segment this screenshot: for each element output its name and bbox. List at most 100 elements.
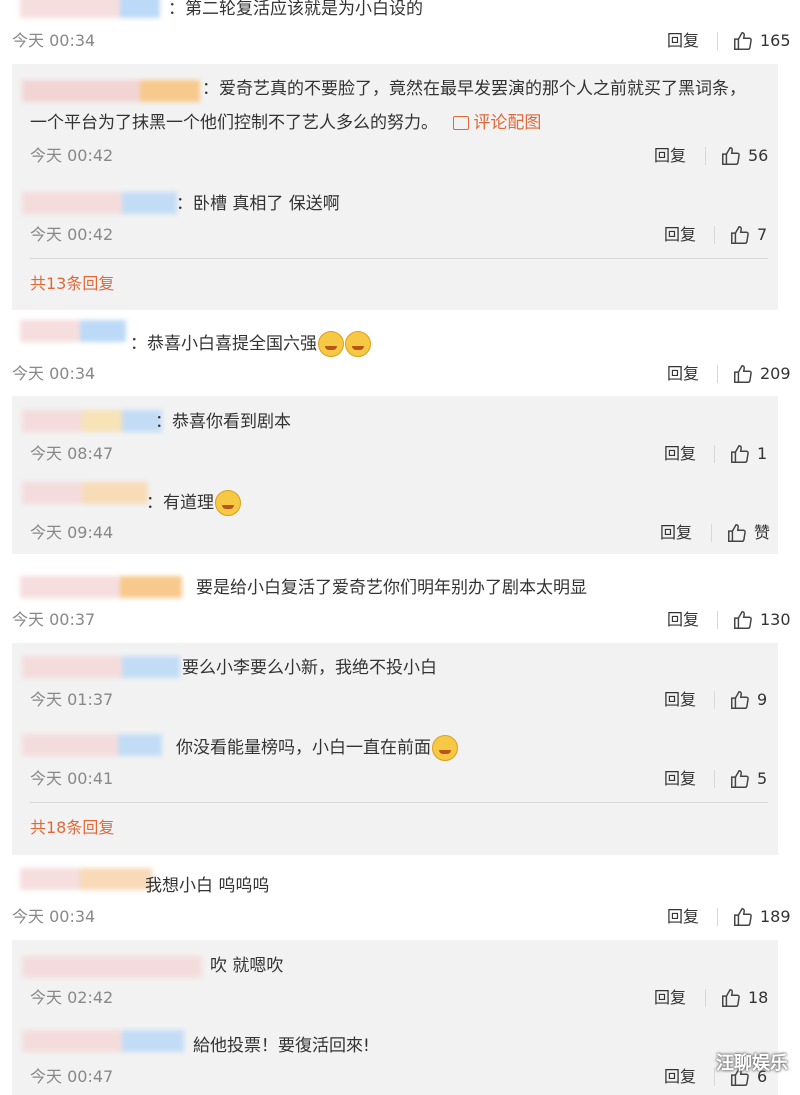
divider — [714, 1068, 715, 1086]
pray-emoji-icon — [318, 331, 344, 357]
pray-emoji-icon — [345, 331, 371, 357]
reply-button[interactable]: 回复 — [664, 1067, 696, 1087]
thumbs-up-icon — [728, 524, 746, 542]
comment-picture-link[interactable]: 评论配图 — [473, 113, 541, 133]
reply-time: 今天 09:44 — [30, 523, 114, 542]
reply-text: 吹 就嗯吹 — [210, 956, 284, 976]
reply-text: 你没看能量榜吗，小白一直在前面 — [176, 735, 458, 761]
divider — [711, 524, 712, 542]
thumbs-up-icon — [722, 989, 740, 1007]
comment-time: 今天 00:34 — [12, 907, 96, 926]
blurred-username — [22, 1030, 184, 1052]
like-button[interactable]: 9 — [729, 689, 767, 711]
like-count: 赞 — [754, 523, 771, 542]
like-button[interactable]: 165 — [732, 30, 791, 52]
thumbs-up-icon — [731, 691, 749, 709]
more-replies-link[interactable]: 共13条回复 — [30, 274, 114, 294]
reply-button[interactable]: 回复 — [664, 225, 696, 245]
divider — [705, 989, 706, 1007]
thumbs-up-icon — [734, 32, 752, 50]
blurred-username — [22, 656, 180, 678]
thumbs-up-icon — [734, 365, 752, 383]
blurred-username — [20, 868, 152, 890]
like-button[interactable]: 56 — [720, 145, 768, 167]
divider — [714, 445, 715, 463]
like-button[interactable]: 1 — [729, 443, 767, 465]
divider — [705, 147, 706, 165]
like-count: 9 — [757, 690, 768, 709]
comment-time: 今天 00:34 — [12, 364, 96, 383]
reply-button[interactable]: 回复 — [667, 907, 699, 927]
dog-emoji-icon — [215, 490, 241, 516]
thumbs-up-icon — [731, 445, 749, 463]
reply-button[interactable]: 回复 — [654, 988, 686, 1008]
like-button[interactable]: 赞 — [726, 522, 770, 544]
shush-emoji-icon — [432, 735, 458, 761]
blurred-username — [20, 576, 182, 598]
like-button[interactable]: 5 — [729, 768, 767, 790]
reply-button[interactable]: 回复 — [667, 364, 699, 384]
divider — [717, 32, 718, 50]
reply-text: 要么小李要么小新，我绝不投小白 — [182, 658, 437, 678]
thumbs-up-icon — [734, 908, 752, 926]
reply-text: ：爱奇艺真的不要脸了，竟然在最早发罢演的那个人之前就买了黑词条，一个平台为了抹黑… — [30, 79, 746, 133]
blurred-username — [20, 0, 170, 18]
like-button[interactable]: 189 — [732, 906, 791, 928]
comment-time: 今天 00:37 — [12, 610, 96, 629]
blurred-username — [22, 410, 162, 432]
reply-time: 今天 00:42 — [30, 225, 114, 244]
comment-text: 要是给小白复活了爱奇艺你们明年别办了剧本太明显 — [196, 578, 587, 598]
like-button[interactable]: 209 — [732, 363, 791, 385]
comment-time: 今天 00:34 — [12, 31, 96, 50]
thumbs-up-icon — [734, 611, 752, 629]
reply-text: ：有道理 — [146, 490, 241, 516]
reply-text: ：恭喜你看到剧本 — [155, 412, 291, 432]
reply-time: 今天 08:47 — [30, 444, 114, 463]
blurred-username — [22, 956, 202, 978]
divider — [717, 365, 718, 383]
divider — [714, 691, 715, 709]
like-count: 209 — [760, 364, 791, 383]
like-count: 7 — [757, 225, 768, 244]
reply-text: 給他投票！要復活回來! — [193, 1036, 370, 1056]
reply-time: 今天 02:42 — [30, 988, 114, 1007]
picture-icon — [453, 116, 470, 130]
reply-button[interactable]: 回复 — [660, 523, 692, 543]
reply-time: 今天 00:41 — [30, 769, 114, 788]
like-count: 1 — [757, 444, 768, 463]
reply-button[interactable]: 回复 — [654, 146, 686, 166]
comment-text: 我想小白 呜呜呜 — [145, 876, 270, 896]
reply-button[interactable]: 回复 — [667, 610, 699, 630]
divider — [717, 908, 718, 926]
watermark: 汪聊娱乐 — [716, 1053, 788, 1074]
like-count: 18 — [748, 988, 769, 1007]
more-replies-link[interactable]: 共18条回复 — [30, 818, 114, 838]
reply-text: ：卧槽 真相了 保送啊 — [176, 194, 340, 214]
reply-button[interactable]: 回复 — [667, 31, 699, 51]
reply-time: 今天 00:42 — [30, 146, 114, 165]
reply-time: 今天 00:47 — [30, 1067, 114, 1086]
blurred-username — [22, 482, 148, 504]
like-count: 56 — [748, 146, 769, 165]
like-button[interactable]: 18 — [720, 987, 768, 1009]
like-count: 165 — [760, 31, 791, 50]
blurred-username — [22, 192, 177, 214]
divider — [717, 611, 718, 629]
blurred-username — [22, 734, 162, 756]
reply-button[interactable]: 回复 — [664, 690, 696, 710]
thumbs-up-icon — [731, 770, 749, 788]
reply-button[interactable]: 回复 — [664, 444, 696, 464]
reply-button[interactable]: 回复 — [664, 769, 696, 789]
thumbs-up-icon — [731, 226, 749, 244]
thumbs-up-icon — [722, 147, 740, 165]
comment-text: ：第二轮复活应该就是为小白设的 — [168, 0, 423, 19]
divider — [30, 802, 768, 803]
blurred-username — [20, 320, 126, 342]
like-button[interactable]: 7 — [729, 224, 767, 246]
like-count: 5 — [757, 769, 768, 788]
reply-time: 今天 01:37 — [30, 690, 114, 709]
like-count: 189 — [760, 907, 791, 926]
like-button[interactable]: 130 — [732, 609, 791, 631]
comment-text: ：恭喜小白喜提全国六强 — [130, 331, 371, 357]
divider — [30, 258, 768, 259]
